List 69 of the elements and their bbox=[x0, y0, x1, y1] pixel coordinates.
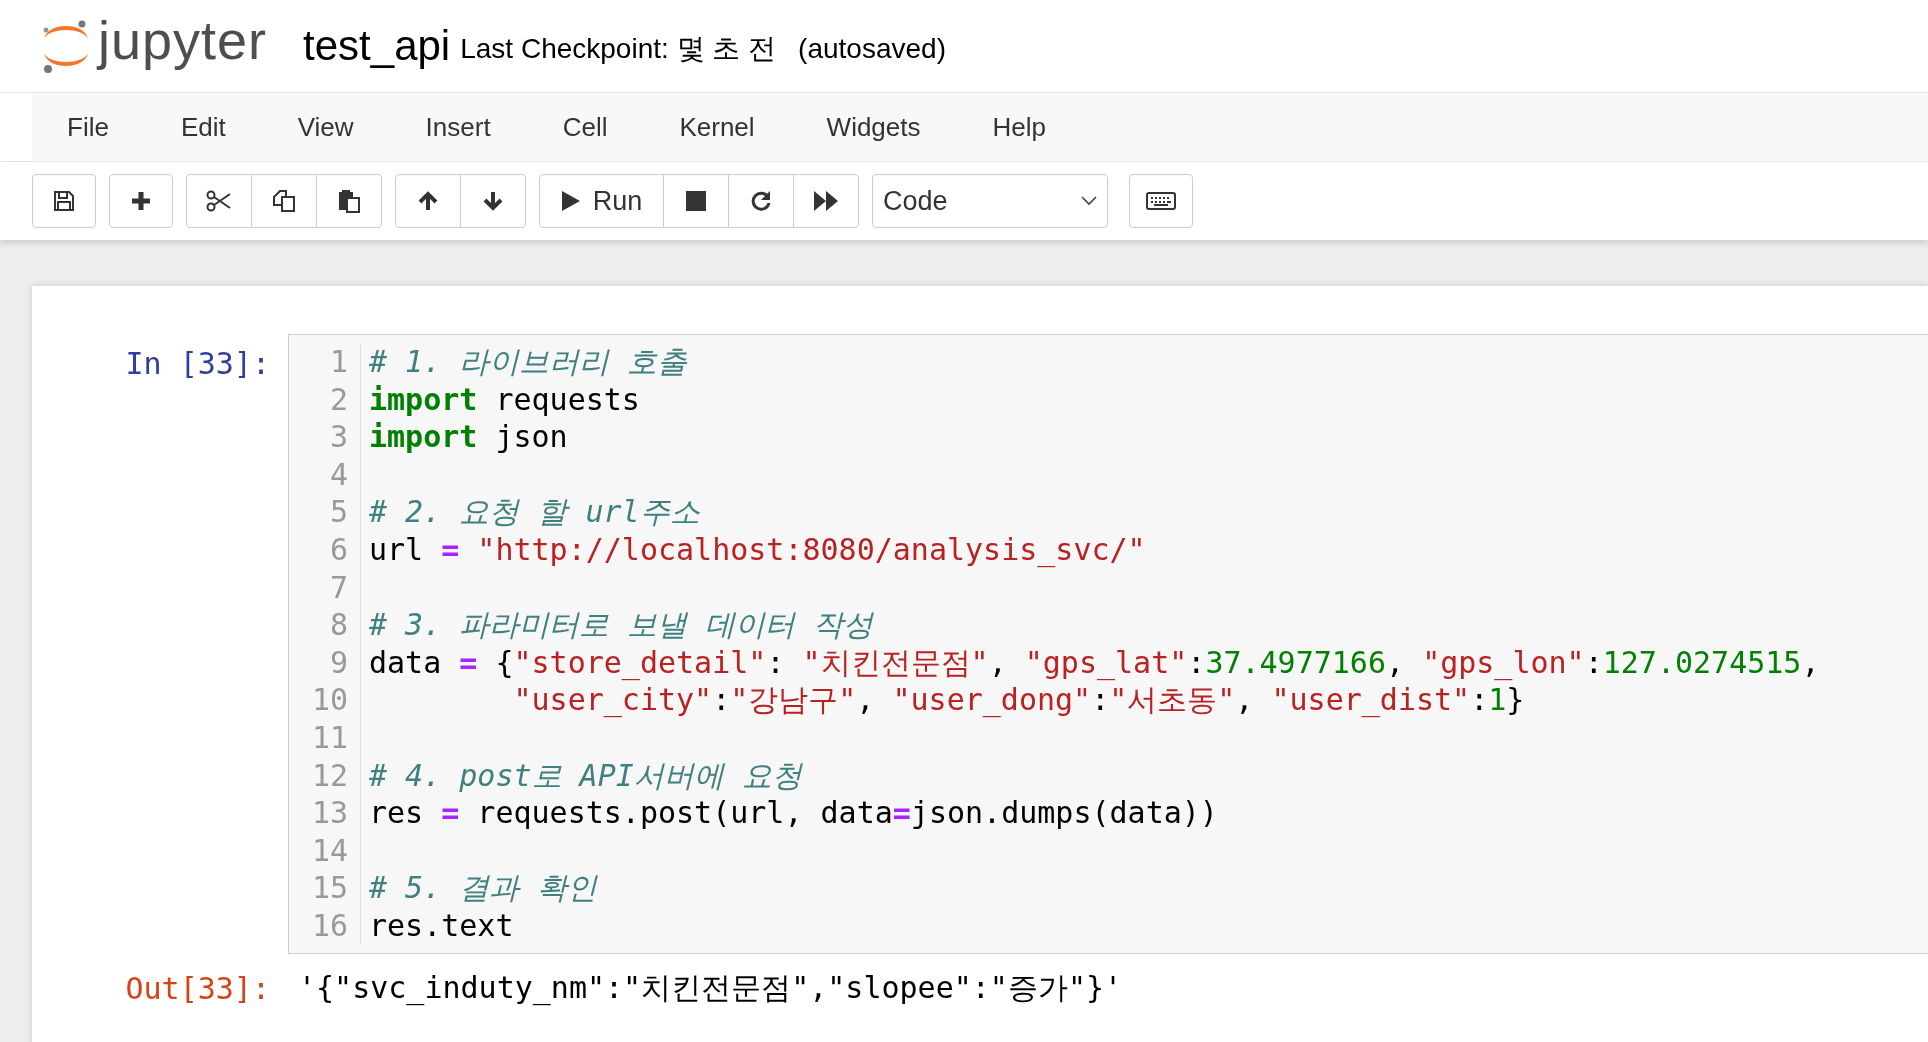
cut-button[interactable] bbox=[186, 174, 252, 228]
copy-icon bbox=[272, 189, 296, 213]
code-line: # 4. post로 API서버에 요청 bbox=[369, 757, 802, 793]
code-line: import requests bbox=[369, 381, 640, 417]
plus-icon bbox=[130, 190, 152, 212]
arrow-down-icon bbox=[482, 190, 504, 212]
save-button[interactable] bbox=[32, 174, 96, 228]
keyboard-shortcuts-button[interactable] bbox=[1129, 174, 1193, 228]
cell-type-dropdown[interactable]: Code bbox=[872, 174, 1108, 228]
line-number: 11 bbox=[310, 718, 348, 757]
code-line: # 2. 요청 할 url주소 bbox=[369, 494, 700, 530]
logo-text[interactable]: jupyter bbox=[98, 9, 268, 71]
code-line: # 1. 라이브러리 호출 bbox=[369, 344, 688, 379]
code-line: # 3. 파라미터로 보낼 데이터 작성 bbox=[369, 607, 874, 643]
code-line: res.text bbox=[369, 907, 514, 943]
code-line: res = requests.post(url, data=json.dumps(data)) bbox=[369, 795, 1218, 831]
line-number: 12 bbox=[310, 756, 348, 795]
copy-button[interactable] bbox=[251, 174, 317, 228]
code-line: "user_city":"강남구", "user_dong":"서초동", "user_dist":1} bbox=[512, 682, 1525, 718]
line-number: 9 bbox=[328, 643, 348, 682]
restart-button[interactable] bbox=[728, 174, 794, 228]
code-line: # 5. 결과 확인 bbox=[369, 870, 598, 906]
line-number: 16 bbox=[310, 906, 348, 945]
output-text: '{"svc_induty_nm":"치킨전문점","slopee":"증가"}' bbox=[297, 968, 1123, 1008]
code-editor[interactable] bbox=[288, 334, 1928, 954]
line-number: 6 bbox=[328, 530, 348, 569]
menu-item[interactable]: File bbox=[32, 93, 145, 161]
input-prompt: In [33]: bbox=[124, 345, 271, 383]
menu-item[interactable]: Kernel bbox=[643, 93, 791, 161]
line-number: 7 bbox=[328, 568, 348, 607]
notebook-name[interactable]: test_api bbox=[303, 22, 451, 70]
menu-item[interactable]: Widgets bbox=[790, 93, 957, 161]
line-number: 1 bbox=[328, 343, 348, 381]
checkpoint-status: Last Checkpoint: 몇 초 전 bbox=[460, 32, 777, 66]
move-down-button[interactable] bbox=[460, 174, 526, 228]
code-line: url = "http://localhost:8080/analysis_svc/" bbox=[369, 531, 1146, 567]
stop-icon bbox=[686, 191, 706, 211]
autosave-status: (autosaved) bbox=[798, 33, 946, 65]
menu-item[interactable]: Help bbox=[956, 93, 1082, 161]
insert-cell-button[interactable] bbox=[109, 174, 173, 228]
scissors-icon bbox=[206, 190, 232, 212]
line-number: 5 bbox=[328, 493, 348, 531]
code-line: import json bbox=[369, 419, 568, 455]
restart-icon bbox=[750, 190, 772, 212]
line-number: 13 bbox=[310, 794, 348, 832]
line-number: 3 bbox=[328, 418, 348, 456]
keyboard-icon bbox=[1146, 192, 1176, 210]
line-number: 4 bbox=[328, 455, 348, 494]
line-number: 14 bbox=[310, 831, 348, 870]
stop-button[interactable] bbox=[663, 174, 729, 228]
line-number: 15 bbox=[310, 869, 348, 907]
line-number: 10 bbox=[310, 681, 348, 719]
menu-item[interactable]: Cell bbox=[526, 93, 644, 161]
chevron-down-icon bbox=[1081, 196, 1097, 206]
line-number: 8 bbox=[328, 606, 348, 644]
fast-forward-icon bbox=[814, 191, 838, 211]
paste-button[interactable] bbox=[316, 174, 382, 228]
run-button[interactable]: Run bbox=[539, 174, 664, 228]
code-line: data = {"store_detail": "치킨전문점", "gps_lat":37.4977166, "gps_lon":127.0274515, bbox=[369, 644, 1820, 680]
line-number: 2 bbox=[328, 380, 348, 419]
menu-item[interactable]: View bbox=[261, 93, 390, 161]
fast-forward-button[interactable] bbox=[793, 174, 859, 228]
output-prompt: Out[33]: bbox=[124, 970, 271, 1006]
menu-item[interactable]: Edit bbox=[144, 93, 262, 161]
menu-item[interactable]: Insert bbox=[389, 93, 527, 161]
play-icon bbox=[560, 190, 581, 212]
arrow-up-icon bbox=[417, 190, 439, 212]
move-up-button[interactable] bbox=[395, 174, 461, 228]
clipboard-icon bbox=[337, 189, 361, 213]
